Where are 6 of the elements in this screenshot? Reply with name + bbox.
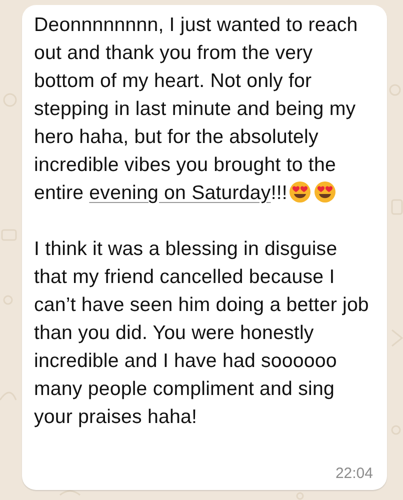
message-text: Deonnnnnnnn, I just wanted to reach out and thank you from the very bottom of my heart. Not only for stepping in last minute and being my hero haha, but for the absolutely incredible vibes you brought to the entire evening on Saturday!!! xyxy=(34,13,359,206)
date-link[interactable]: evening on Saturday xyxy=(89,182,271,204)
message-text: I think it was a blessing in disguise that my friend cancelled because I can’t have seen him doing a better job than you did. You were honestly incredible and I have had soooooo many people compliment and sing your praises haha! xyxy=(34,237,370,430)
heart-eyes-emoji-icon xyxy=(289,181,312,203)
message-time: 22:04 xyxy=(335,465,373,482)
heart-eyes-emoji-icon xyxy=(314,181,336,203)
